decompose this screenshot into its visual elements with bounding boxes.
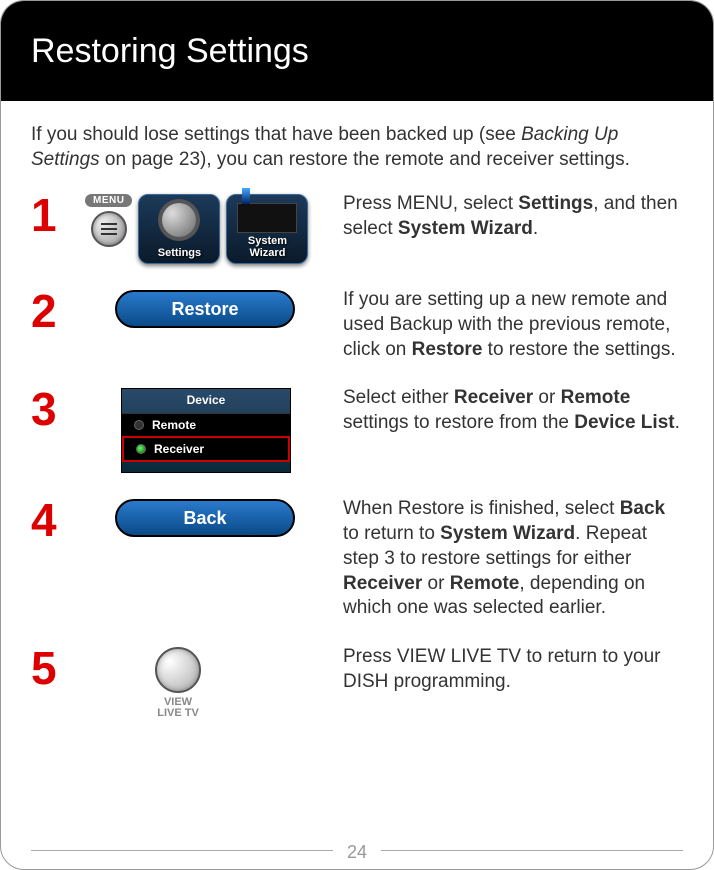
- step-graphic: MENU Settings System Wizard: [85, 192, 331, 264]
- step-instruction: If you are setting up a new remote and u…: [343, 288, 683, 362]
- device-row-remote[interactable]: Remote: [122, 413, 290, 436]
- page-header: Restoring Settings: [1, 1, 713, 101]
- manual-page: Restoring Settings If you should lose se…: [0, 0, 714, 870]
- system-wizard-tile-label: System Wizard: [248, 235, 287, 259]
- settings-tile-label: Settings: [158, 247, 201, 259]
- back-button[interactable]: Back: [115, 499, 295, 537]
- menu-button-group: MENU: [85, 194, 132, 247]
- step-number: 5: [31, 645, 73, 691]
- device-row-receiver-label: Receiver: [154, 442, 204, 456]
- page-content: If you should lose settings that have be…: [1, 101, 713, 720]
- step-2: 2 Restore If you are setting up a new re…: [31, 288, 683, 362]
- device-list-header: Device: [122, 389, 290, 413]
- step-graphic: Device Remote Receiver: [85, 386, 331, 473]
- intro-part2: on page 23), you can restore the remote …: [100, 149, 630, 170]
- step-instruction: Press VIEW LIVE TV to return to your DIS…: [343, 645, 683, 694]
- view-live-tv-group: VIEW LIVE TV: [155, 647, 201, 720]
- step-1: 1 MENU Settings Sy: [31, 192, 683, 264]
- step-graphic: Restore: [85, 288, 331, 328]
- menu-button[interactable]: [91, 211, 127, 247]
- step-4: 4 Back When Restore is finished, select …: [31, 497, 683, 620]
- tile2-line2: Wizard: [249, 247, 285, 259]
- step-instruction: Press MENU, select Settings, and then se…: [343, 192, 683, 241]
- step-graphic: VIEW LIVE TV: [85, 645, 331, 720]
- steps-list: 1 MENU Settings Sy: [31, 192, 683, 720]
- view-live-tv-button[interactable]: [155, 647, 201, 693]
- step-number: 4: [31, 497, 73, 543]
- device-row-remote-label: Remote: [152, 418, 196, 432]
- intro-text: If you should lose settings that have be…: [31, 123, 683, 172]
- gear-icon: [139, 203, 219, 237]
- step-number: 1: [31, 192, 73, 238]
- step-number: 2: [31, 288, 73, 334]
- device-list-panel: Device Remote Receiver: [121, 388, 291, 473]
- restore-button[interactable]: Restore: [115, 290, 295, 328]
- step-number: 3: [31, 386, 73, 432]
- page-title: Restoring Settings: [31, 32, 309, 71]
- step-instruction: Select either Receiver or Remote setting…: [343, 386, 683, 435]
- step-instruction: When Restore is finished, select Back to…: [343, 497, 683, 620]
- radio-on-icon: [136, 444, 146, 454]
- device-row-receiver[interactable]: Receiver: [122, 436, 290, 462]
- view-live-tv-label: VIEW LIVE TV: [157, 697, 199, 720]
- menu-label-pill: MENU: [85, 194, 132, 207]
- intro-part1: If you should lose settings that have be…: [31, 124, 521, 145]
- hamburger-icon: [101, 223, 117, 235]
- tile2-line1: System: [248, 235, 287, 247]
- system-wizard-tile[interactable]: System Wizard: [226, 194, 308, 264]
- step-graphic: Back: [85, 497, 331, 537]
- settings-tile[interactable]: Settings: [138, 194, 220, 264]
- receiver-icon: [227, 203, 307, 233]
- radio-off-icon: [134, 420, 144, 430]
- page-number: 24: [1, 842, 713, 863]
- step-3: 3 Device Remote Receiver: [31, 386, 683, 473]
- step-5: 5 VIEW LIVE TV Press VIEW LIVE TV to ret…: [31, 645, 683, 720]
